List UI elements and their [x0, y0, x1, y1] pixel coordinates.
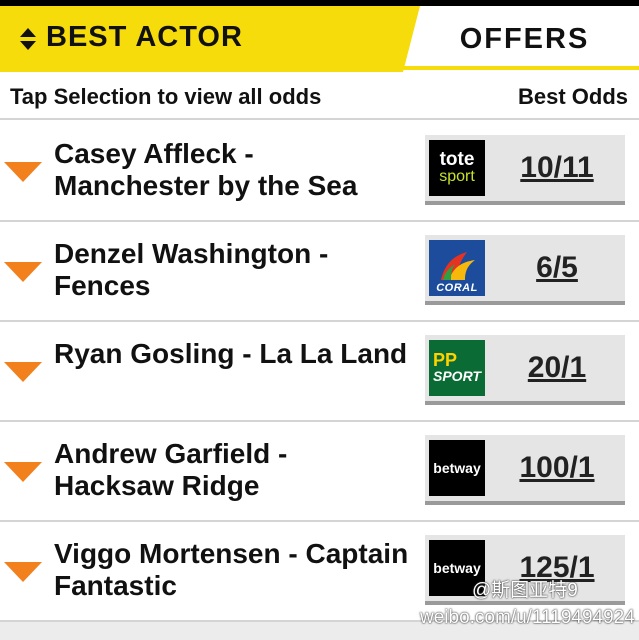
- coral-logo: CORAL: [429, 240, 485, 296]
- odds-value[interactable]: 100/1: [489, 435, 625, 501]
- logo-text: CORAL: [436, 282, 478, 294]
- odds-button[interactable]: tote sport 10/11: [425, 135, 625, 205]
- market-header: BEST ACTOR OFFERS: [0, 6, 639, 72]
- logo-text: betway: [433, 460, 481, 476]
- selection-name[interactable]: Denzel Washington - Fences: [54, 238, 414, 302]
- tote-sport-logo: tote sport: [429, 140, 485, 196]
- logo-text: SPORT: [433, 368, 481, 384]
- betway-logo: betway: [429, 440, 485, 496]
- watermark-handle: @斯图亚特9: [472, 580, 578, 601]
- pp-sport-logo: PP SPORT: [429, 340, 485, 396]
- selection-row[interactable]: Andrew Garfield - Hacksaw Ridge betway 1…: [0, 422, 639, 522]
- selection-name[interactable]: Viggo Mortensen - Captain Fantastic: [54, 538, 414, 602]
- logo-text: betway: [433, 560, 481, 576]
- selection-name[interactable]: Casey Affleck - Manchester by the Sea: [54, 138, 414, 202]
- odds-value[interactable]: 20/1: [489, 335, 625, 401]
- tab-best-actor-label: BEST ACTOR: [46, 21, 243, 53]
- tab-best-actor[interactable]: BEST ACTOR: [0, 6, 420, 72]
- selection-name[interactable]: Andrew Garfield - Hacksaw Ridge: [54, 438, 414, 502]
- selection-row[interactable]: Casey Affleck - Manchester by the Sea to…: [0, 122, 639, 222]
- logo-text: tote: [439, 149, 475, 170]
- expand-triangle-icon[interactable]: [4, 562, 42, 582]
- selection-list: Casey Affleck - Manchester by the Sea to…: [0, 122, 639, 622]
- tab-offers[interactable]: OFFERS: [410, 6, 639, 72]
- column-header: Tap Selection to view all odds Best Odds: [0, 76, 639, 120]
- watermark-url: weibo.com/u/1119494924: [420, 607, 635, 628]
- odds-button[interactable]: PP SPORT 20/1: [425, 335, 625, 405]
- odds-value[interactable]: 6/5: [489, 235, 625, 301]
- expand-triangle-icon[interactable]: [4, 362, 42, 382]
- logo-text: sport: [439, 168, 475, 185]
- selection-row[interactable]: Ryan Gosling - La La Land PP SPORT 20/1: [0, 322, 639, 422]
- odds-value[interactable]: 10/11: [489, 135, 625, 201]
- odds-button[interactable]: betway 100/1: [425, 435, 625, 505]
- sort-arrows-icon: [20, 28, 36, 50]
- best-odds-heading: Best Odds: [517, 84, 628, 109]
- logo-text: PP: [433, 350, 458, 370]
- odds-button[interactable]: CORAL 6/5: [425, 235, 625, 305]
- selection-name[interactable]: Ryan Gosling - La La Land: [54, 338, 414, 370]
- header-divider: [0, 66, 639, 70]
- tap-instruction: Tap Selection to view all odds: [10, 84, 322, 109]
- expand-triangle-icon[interactable]: [4, 462, 42, 482]
- selection-row[interactable]: Denzel Washington - Fences CORAL 6/5: [0, 222, 639, 322]
- expand-triangle-icon[interactable]: [4, 262, 42, 282]
- expand-triangle-icon[interactable]: [4, 162, 42, 182]
- coral-flag-icon: [441, 252, 475, 280]
